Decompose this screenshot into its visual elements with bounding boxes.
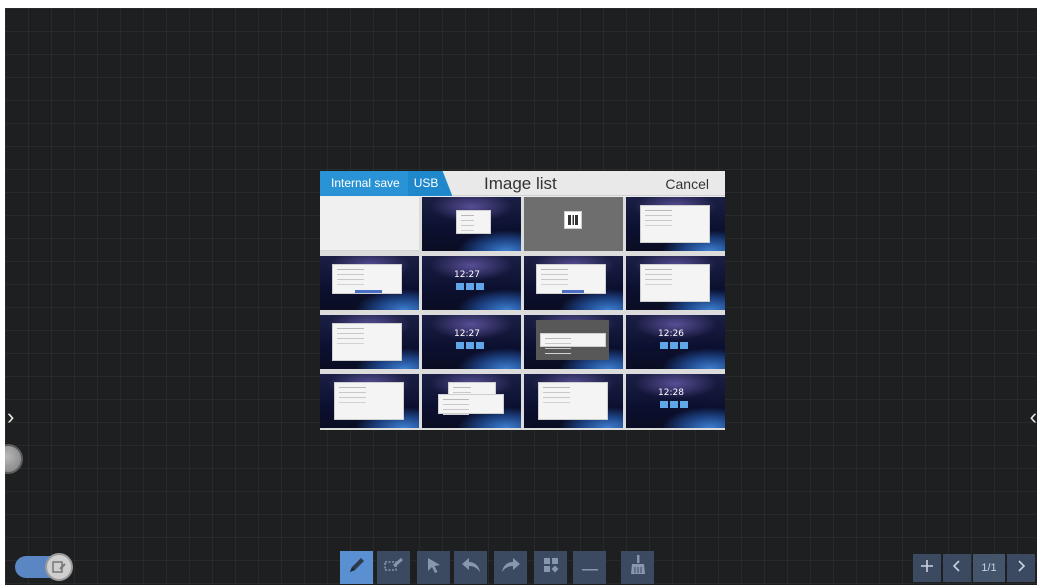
image-thumbnail[interactable]: 12:26 [626, 315, 725, 369]
eraser-tool-button[interactable] [377, 551, 410, 584]
undo-button[interactable] [454, 551, 487, 584]
image-thumbnail[interactable]: 12:28 [626, 374, 725, 428]
cancel-button[interactable]: Cancel [665, 175, 709, 193]
thumbnail-clock: 12:26 [658, 329, 684, 339]
tab-usb[interactable]: USB [407, 171, 453, 196]
image-thumbnail[interactable]: 12:27 [422, 315, 521, 369]
image-thumbnail[interactable] [626, 197, 725, 251]
image-thumbnail[interactable]: 12:27 [422, 256, 521, 310]
tab-internal-save[interactable]: Internal save [320, 171, 408, 196]
image-thumbnail[interactable] [422, 197, 521, 251]
image-thumbnail-grid: 12:27 12:27 12:26 12:28 [320, 197, 725, 430]
chevron-right-icon [1015, 559, 1027, 577]
image-thumbnail[interactable] [422, 374, 521, 428]
thumbnail-clock: 12:27 [454, 329, 480, 339]
pen-tool-button[interactable] [340, 551, 373, 584]
plus-icon [920, 559, 934, 577]
select-tool-button[interactable] [417, 551, 450, 584]
mode-toggle-switch[interactable] [15, 553, 73, 581]
image-thumbnail[interactable] [320, 374, 419, 428]
pen-icon [347, 555, 367, 580]
source-tabs: Internal save USB [320, 171, 453, 196]
undo-icon [460, 555, 482, 580]
image-thumbnail[interactable] [320, 315, 419, 369]
image-list-dialog: Internal save USB Image list Cancel 12:2… [320, 171, 725, 430]
image-thumbnail[interactable] [524, 256, 623, 310]
prev-page-button[interactable] [943, 554, 971, 582]
next-page-button[interactable] [1007, 554, 1035, 582]
image-thumbnail[interactable] [320, 256, 419, 310]
image-thumbnail[interactable] [524, 197, 623, 251]
dialog-header: Internal save USB Image list Cancel [320, 171, 725, 196]
page-indicator[interactable]: 1/1 [973, 554, 1005, 582]
redo-icon [500, 555, 522, 580]
expand-left-panel-arrow[interactable]: › [7, 406, 14, 428]
chevron-left-icon [951, 559, 963, 577]
image-thumbnail[interactable] [626, 256, 725, 310]
broom-icon [628, 554, 648, 581]
line-tool-button[interactable] [573, 551, 606, 584]
image-thumbnail[interactable] [320, 197, 419, 251]
dialog-title: Image list [484, 174, 557, 193]
pen-mode-icon [45, 553, 73, 581]
select-arrow-icon [424, 555, 444, 580]
whiteboard-canvas[interactable]: › ‹ Internal save USB Image list Cancel [5, 8, 1037, 585]
grid-menu-icon [541, 555, 561, 580]
expand-right-panel-arrow[interactable]: ‹ [1030, 406, 1037, 428]
line-icon [580, 555, 600, 580]
image-thumbnail[interactable] [524, 315, 623, 369]
floating-assistive-ball[interactable] [5, 444, 23, 474]
qr-code-icon [564, 211, 582, 229]
menu-button[interactable] [534, 551, 567, 584]
thumbnail-clock: 12:27 [454, 270, 480, 280]
image-thumbnail[interactable] [524, 374, 623, 428]
thumbnail-clock: 12:28 [658, 388, 684, 398]
clear-board-button[interactable] [621, 551, 654, 584]
eraser-icon [383, 555, 405, 580]
redo-button[interactable] [494, 551, 527, 584]
add-page-button[interactable] [913, 554, 941, 582]
